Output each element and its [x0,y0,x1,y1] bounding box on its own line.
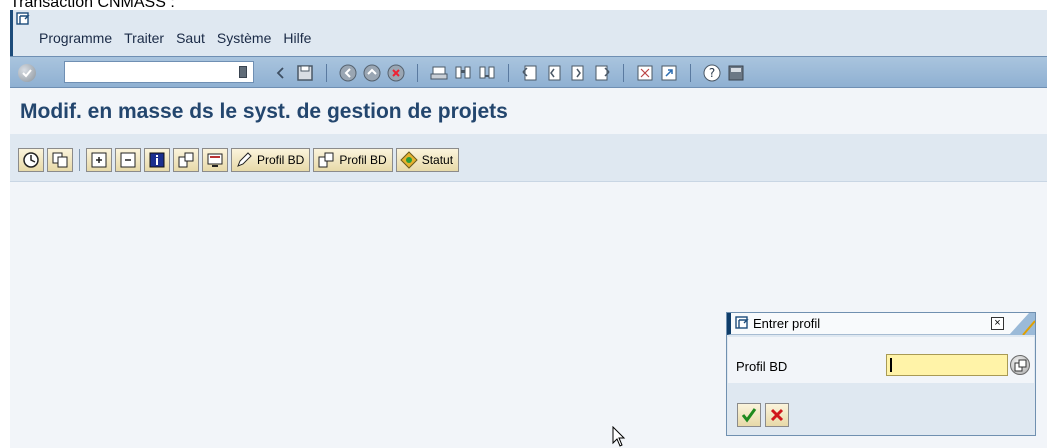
checkmark-icon [741,408,757,423]
exit-icon[interactable] [363,64,381,82]
menu-programme[interactable]: Programme [39,30,112,46]
execute-icon [23,152,39,168]
info-button[interactable] [144,148,170,172]
profil-bd-field-label: Profil BD [736,359,788,374]
cancel-button[interactable] [765,403,789,427]
entrer-profil-dialog: Entrer profil × Profil BD [726,312,1036,436]
window-menu-icon[interactable] [16,12,30,26]
statut-label: Statut [421,153,454,167]
back-icon[interactable] [272,64,290,82]
next-page-icon[interactable] [569,64,587,82]
find-next-icon[interactable] [478,64,496,82]
find-icon[interactable] [454,64,472,82]
value-help-icon [1014,359,1027,372]
prev-page-icon[interactable] [545,64,563,82]
first-page-icon[interactable] [521,64,539,82]
info-icon [149,152,165,168]
copy-button[interactable] [47,148,73,172]
menu-saut[interactable]: Saut [176,30,205,46]
toolbar-separator [79,149,80,171]
menu-traiter[interactable]: Traiter [124,30,164,46]
text-caret [890,358,892,372]
execute-button[interactable] [18,148,44,172]
toolbar-separator [690,64,691,82]
continue-button[interactable] [737,403,761,427]
profil-bd-input[interactable] [886,354,1008,376]
dialog-body: Profil BD [728,337,1034,383]
collapse-icon [120,152,136,168]
application-toolbar: Profil BD Profil BD Statut [10,134,1047,182]
help-icon[interactable]: ? [703,64,721,82]
profil-bd-button[interactable]: Profil BD [313,148,393,172]
command-field[interactable] [64,61,254,83]
sap-window: Programme Traiter Saut Système Hilfe ? M… [10,10,1047,448]
back-green-icon[interactable] [339,64,357,82]
statut-button[interactable]: Statut [395,148,460,172]
object-icon [318,152,334,168]
window-menu-icon[interactable] [735,316,749,330]
value-help-button[interactable] [1010,355,1030,375]
toolbar-separator [417,64,418,82]
profil-bd-edit-label: Profil BD [257,153,305,167]
menu-systeme[interactable]: Système [217,30,271,46]
dialog-title: Entrer profil [753,316,821,331]
last-page-icon[interactable] [593,64,611,82]
copy-icon [52,152,68,168]
screen-button[interactable] [202,148,228,172]
mouse-pointer-icon [612,426,626,447]
screen-icon [207,153,223,167]
new-session-icon[interactable] [636,64,654,82]
menu-hilfe[interactable]: Hilfe [283,30,311,46]
enter-icon[interactable] [18,64,36,82]
close-icon[interactable]: × [991,317,1004,330]
menu-bar: Programme Traiter Saut Système Hilfe [10,10,1047,56]
status-icon [399,151,418,169]
save-icon[interactable] [296,64,314,82]
command-history-icon[interactable] [239,66,247,78]
dialog-corner-decoration [1009,313,1035,335]
object-button[interactable] [173,148,199,172]
profil-bd-edit-button[interactable]: Profil BD [231,148,311,172]
dialog-title-bar[interactable]: Entrer profil × [727,313,1035,335]
svg-text:?: ? [709,66,715,80]
cancel-icon[interactable] [387,64,405,82]
print-icon[interactable] [430,64,448,82]
toolbar-separator [508,64,509,82]
expand-button[interactable] [86,148,112,172]
profil-bd-label: Profil BD [339,153,387,167]
standard-toolbar: ? [10,56,1047,88]
expand-icon [91,152,107,168]
cross-icon [770,408,784,422]
layout-icon[interactable] [727,64,745,82]
toolbar-separator [623,64,624,82]
toolbar-separator [326,64,327,82]
object-icon [178,152,194,168]
collapse-button[interactable] [115,148,141,172]
shortcut-icon[interactable] [660,64,678,82]
pencil-icon [237,152,252,167]
page-title: Modif. en masse ds le syst. de gestion d… [20,100,508,123]
